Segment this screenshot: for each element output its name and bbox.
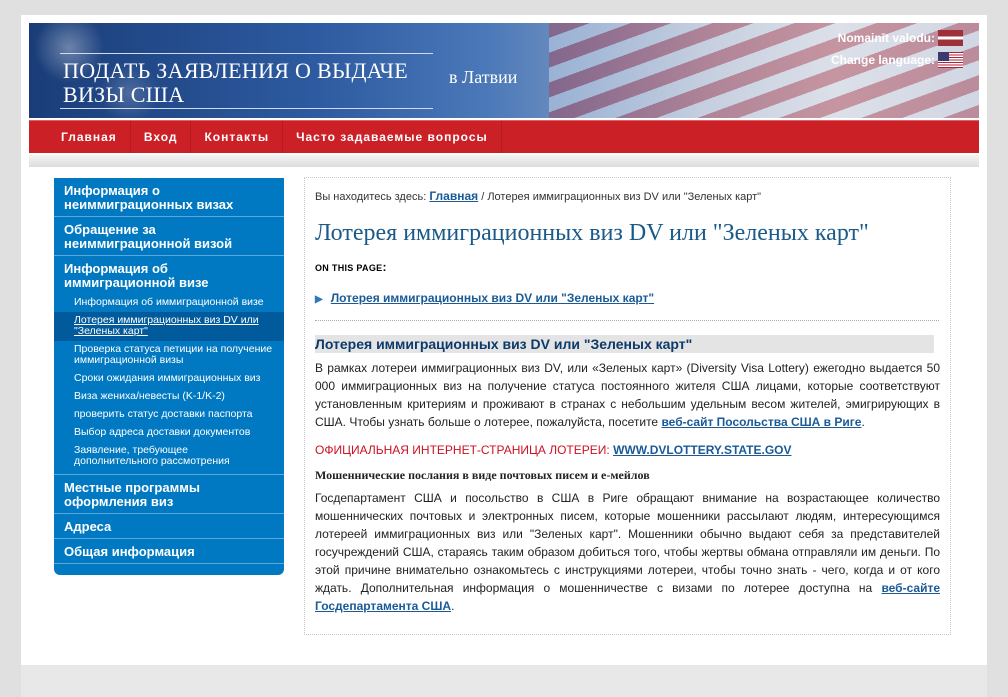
sidebar-subitem-dv-lottery[interactable]: Лотерея иммиграционных виз DV или "Зелен… <box>54 312 284 341</box>
nav-item-login[interactable]: Вход <box>131 121 192 153</box>
lang-en-label[interactable]: Change language <box>831 53 931 67</box>
period: . <box>861 415 865 429</box>
us-flag-icon[interactable] <box>938 52 963 68</box>
nav-shadow-band <box>29 155 979 167</box>
sidebar: Информация о неиммиграционных визах Обра… <box>54 178 284 575</box>
sidebar-item-nonimmigrant-apply[interactable]: Обращение за неиммиграционной визой <box>54 217 284 256</box>
page-title: Лотерея иммиграционных виз DV или "Зелен… <box>315 220 869 246</box>
nav-item-home[interactable]: Главная <box>29 121 131 153</box>
header-banner: ПОДАТЬ ЗАЯВЛЕНИЯ О ВЫДАЧЕ ВИЗЫ США в Лат… <box>29 23 979 118</box>
toc-list: ▶ Лотерея иммиграционных виз DV или "Зеле… <box>315 291 654 305</box>
sidebar-subitem-wait-times[interactable]: Сроки ожидания иммиграционных виз <box>54 370 284 388</box>
paragraph-lottery-intro: В рамках лотереи иммиграционных виз DV, … <box>315 359 940 431</box>
fraud-heading: Мошеннические послания в виде почтовых п… <box>315 468 650 482</box>
content-area: Вы находитесь здесь: Главная / Лотерея и… <box>304 177 951 635</box>
period: . <box>451 599 455 613</box>
sidebar-subitem-additional-review[interactable]: Заявление, требующее дополнительного рас… <box>54 442 284 471</box>
section-heading: Лотерея иммиграционных виз DV или "Зелен… <box>315 335 934 353</box>
sidebar-subitem-immigrant-info[interactable]: Информация об иммиграционной визе <box>54 294 284 312</box>
on-this-page-label: on this page: <box>315 260 387 274</box>
site-title: ПОДАТЬ ЗАЯВЛЕНИЯ О ВЫДАЧЕ ВИЗЫ США <box>63 58 408 107</box>
lang-colon: : <box>931 31 935 45</box>
sidebar-subitem-petition-status[interactable]: Проверка статуса петиции на получение им… <box>54 341 284 370</box>
nav-item-contacts[interactable]: Контакты <box>191 121 284 153</box>
sidebar-item-immigrant-info[interactable]: Информация об иммиграционной визе <box>54 256 284 294</box>
sidebar-subitem-delivery-address[interactable]: Выбор адреса доставки документов <box>54 424 284 442</box>
official-site-label: ОФИЦИАЛЬНАЯ ИНТЕРНЕТ-СТРАНИЦА ЛОТЕРЕИ: <box>315 443 610 457</box>
breadcrumb-current: / Лотерея иммиграционных виз DV или "Зел… <box>481 191 762 203</box>
sidebar-item-local-programs[interactable]: Местные программы оформления виз <box>54 475 284 514</box>
on-this-page-text: on this page <box>315 263 383 273</box>
breadcrumb-home-link[interactable]: Главная <box>429 189 478 203</box>
main-nav: Главная Вход Контакты Часто задаваемые в… <box>29 120 979 153</box>
breadcrumb: Вы находитесь здесь: Главная / Лотерея и… <box>315 189 761 203</box>
sidebar-group-immigrant: Информация об иммиграционной визе Информ… <box>54 256 284 475</box>
page-container: ПОДАТЬ ЗАЯВЛЕНИЯ О ВЫДАЧЕ ВИЗЫ США в Лат… <box>21 15 987 697</box>
lang-colon: : <box>931 53 935 67</box>
lang-switch-lv[interactable]: Nomainīt valodu: <box>838 30 963 46</box>
sidebar-item-general-info[interactable]: Общая информация <box>54 539 284 564</box>
section-heading-text: Лотерея иммиграционных виз DV или "Зелен… <box>315 336 693 352</box>
site-subtitle: в Латвии <box>449 67 518 87</box>
toc-link-dv-lottery[interactable]: Лотерея иммиграционных виз DV или "Зелен… <box>331 291 654 305</box>
nav-item-faq[interactable]: Часто задаваемые вопросы <box>283 121 502 153</box>
embassy-website-link[interactable]: веб-сайт Посольства США в Риге <box>661 415 861 429</box>
arrow-right-icon: ▶ <box>315 294 323 305</box>
dvlottery-link[interactable]: WWW.DVLOTTERY.STATE.GOV <box>613 443 791 457</box>
on-this-page-colon: : <box>382 260 387 274</box>
latvia-flag-icon[interactable] <box>938 30 963 46</box>
breadcrumb-prefix: Вы находитесь здесь: <box>315 191 427 203</box>
divider <box>315 320 939 321</box>
sidebar-item-nonimmigrant-info[interactable]: Информация о неиммиграционных визах <box>54 178 284 217</box>
lang-switch-en[interactable]: Change language: <box>831 52 963 68</box>
sidebar-item-addresses[interactable]: Адреса <box>54 514 284 539</box>
paragraph-fraud: Госдепартамент США и посольство в США в … <box>315 489 940 615</box>
site-title-box: ПОДАТЬ ЗАЯВЛЕНИЯ О ВЫДАЧЕ ВИЗЫ США <box>60 53 433 109</box>
lang-lv-label[interactable]: Nomainīt valodu <box>838 31 931 45</box>
paragraph-fraud-text: Госдепартамент США и посольство в США в … <box>315 491 940 595</box>
official-site-line: ОФИЦИАЛЬНАЯ ИНТЕРНЕТ-СТРАНИЦА ЛОТЕРЕИ: W… <box>315 441 940 459</box>
sidebar-subitem-fiance-visa[interactable]: Виза жениха/невесты (K-1/K-2) <box>54 388 284 406</box>
sidebar-subitem-passport-status[interactable]: проверить статус доставки паспорта <box>54 406 284 424</box>
sidebar-footer <box>54 564 284 576</box>
footer-band <box>21 665 987 697</box>
